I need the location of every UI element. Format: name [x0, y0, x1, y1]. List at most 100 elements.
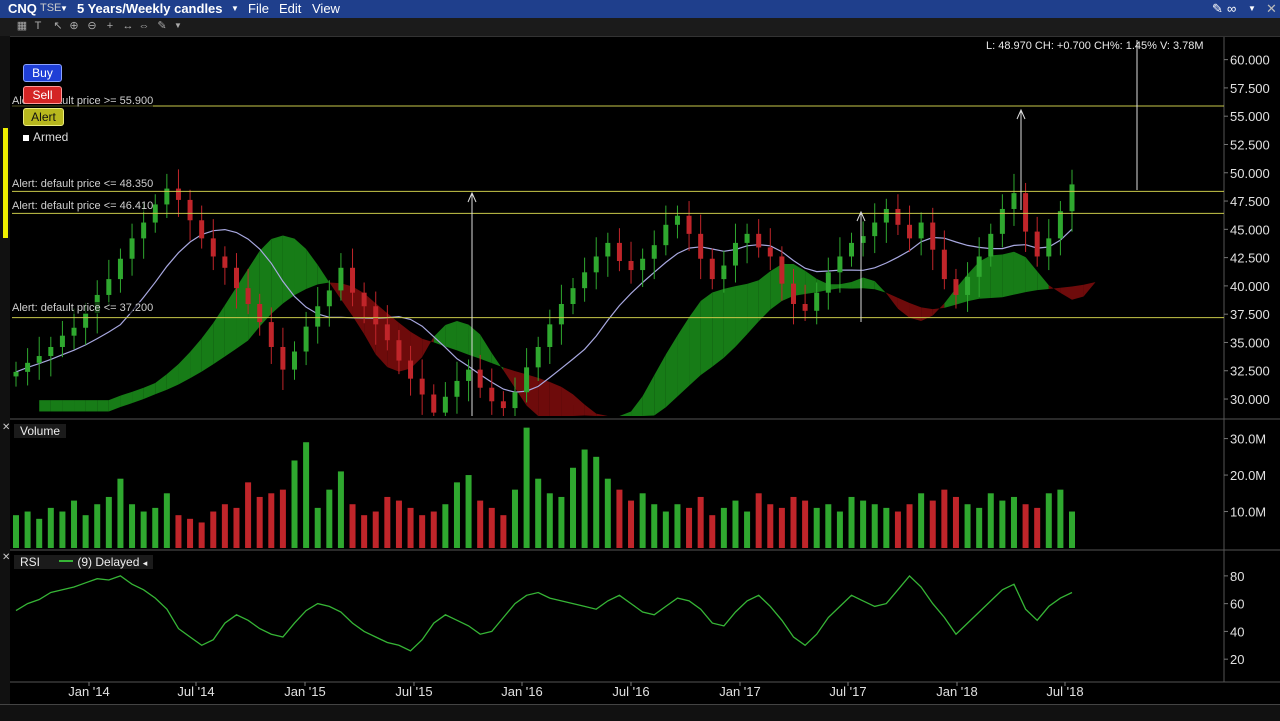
ichimoku-cloud-segment: [573, 394, 585, 416]
x-tick-label-2: Jan '15: [284, 684, 326, 699]
ichimoku-cloud-segment: [178, 351, 191, 385]
candle-body: [558, 303, 564, 325]
volume-bar: [570, 467, 577, 548]
alert-indicator-strip: [3, 128, 8, 238]
price-panel[interactable]: 60.000 57.500 55.000 52.500 50.000 47.500 45.0…: [0, 37, 1280, 683]
ichimoku-cloud-segment: [921, 307, 933, 321]
rsi-panel[interactable]: 80 60 40 20: [15, 569, 1244, 667]
chart-canvas: 60.000 57.500 55.000 52.500 50.000 47.500 45.0…: [0, 37, 1280, 699]
buy-button[interactable]: Buy: [23, 64, 62, 82]
ichimoku-cloud-segment: [665, 335, 678, 408]
volume-bar: [210, 511, 217, 548]
candle-body: [384, 324, 390, 341]
rsi-legend-dropdown-icon[interactable]: ◂: [143, 558, 148, 568]
price-tick-label-10: 35.000: [1230, 335, 1270, 350]
candle-body: [175, 188, 181, 200]
volume-bar: [987, 493, 994, 548]
price-tick-label-2: 55.000: [1230, 109, 1270, 124]
candle-body: [907, 224, 913, 239]
volume-bar: [871, 504, 878, 548]
volume-bar: [303, 442, 310, 548]
volume-bar: [279, 489, 286, 548]
more-tools-icon[interactable]: ▼: [172, 20, 184, 32]
candle-body: [953, 279, 959, 295]
time-scrollbar[interactable]: [0, 704, 1280, 721]
zoom-out-icon[interactable]: ⊖: [86, 20, 98, 32]
ichimoku-cloud-segment: [549, 382, 562, 416]
ichimoku-cloud-segment: [224, 287, 237, 357]
volume-bar: [686, 507, 693, 548]
price-tick-label-6: 45.000: [1230, 222, 1270, 237]
close-icon[interactable]: ✕: [1266, 1, 1277, 17]
volume-bar: [755, 493, 762, 548]
volume-bar: [349, 504, 356, 548]
ichimoku-cloud-segment: [74, 400, 86, 412]
ichimoku-cloud-segment: [932, 303, 945, 316]
rsi-legend-label[interactable]: (9) Delayed: [77, 555, 139, 569]
ichimoku-cloud-segment: [538, 377, 550, 416]
candle-body: [674, 215, 680, 225]
ichimoku-cloud-segment: [631, 396, 643, 416]
ichimoku-cloud-segment: [700, 292, 713, 376]
candle-body: [616, 242, 622, 262]
candle-body: [721, 265, 727, 280]
armed-toggle[interactable]: Armed: [23, 130, 68, 144]
candle-body: [802, 303, 808, 311]
candle-body: [999, 208, 1005, 234]
sell-button[interactable]: Sell: [23, 86, 62, 104]
volume-bar: [82, 515, 89, 548]
link-icon[interactable]: ✎: [1212, 1, 1223, 17]
menu-edit[interactable]: Edit: [279, 1, 301, 16]
pointer-icon[interactable]: ↖: [52, 20, 64, 32]
volume-panel-close-icon[interactable]: ✕: [2, 422, 10, 433]
volume-bar: [453, 482, 460, 548]
candle-body: [814, 292, 820, 311]
menu-view[interactable]: View: [312, 1, 340, 16]
candle-body: [373, 306, 379, 325]
candle-body: [117, 258, 123, 280]
symbol-label[interactable]: CNQ: [8, 1, 37, 16]
candle-body: [500, 401, 506, 409]
volume-bar: [976, 507, 983, 548]
candle-body: [187, 199, 193, 221]
x-tick-label-8: Jan '18: [936, 684, 978, 699]
armed-checkbox[interactable]: [23, 134, 29, 141]
candle-body: [535, 346, 541, 368]
table-icon[interactable]: ▦: [16, 20, 28, 32]
candle-body: [582, 272, 588, 289]
draw-tool-icon[interactable]: ✎: [156, 20, 168, 32]
period-selector[interactable]: 5 Years/Weekly candles: [77, 1, 223, 16]
candle-body: [71, 327, 77, 336]
menu-file[interactable]: File: [248, 1, 269, 16]
rsi-tick-label-0: 80: [1230, 569, 1244, 584]
rsi-line: [15, 574, 1073, 652]
text-icon[interactable]: T: [32, 20, 44, 32]
volume-bar: [1045, 493, 1052, 548]
alert-button[interactable]: Alert: [23, 108, 64, 126]
price-tick-label-8: 40.000: [1230, 279, 1270, 294]
ichimoku-cloud-segment: [39, 400, 51, 412]
scroll-icon[interactable]: ↔: [122, 20, 134, 32]
volume-panel[interactable]: 30.0M 20.0M 10.0M: [13, 427, 1266, 548]
exchange-label[interactable]: TSE: [40, 2, 61, 14]
period-dropdown-icon[interactable]: ▼: [231, 4, 239, 13]
zoom-in-icon[interactable]: ⊕: [68, 20, 80, 32]
ichimoku-cloud-segment: [1060, 286, 1072, 300]
ichimoku-cloud-segment: [445, 320, 457, 351]
window-menu-icon[interactable]: ▼: [1248, 4, 1256, 13]
ichimoku-cloud-segment: [62, 400, 75, 412]
volume-bar: [291, 460, 298, 548]
candle-body: [1046, 238, 1052, 257]
fit-icon[interactable]: ⇔: [138, 20, 150, 32]
symbol-dropdown-icon[interactable]: ▼: [60, 4, 68, 13]
volume-bar: [767, 504, 774, 548]
volume-bar: [511, 489, 518, 548]
rsi-panel-close-icon[interactable]: ✕: [2, 552, 10, 563]
candle-body: [837, 256, 843, 273]
candle-body: [872, 222, 878, 237]
crosshair-icon[interactable]: +: [104, 20, 116, 32]
volume-bar: [906, 504, 913, 548]
group-icon[interactable]: ∞: [1227, 1, 1236, 16]
title-bar: CNQ TSE ▼ 5 Years/Weekly candles ▼ File …: [0, 0, 1280, 18]
ichimoku-cloud-segment: [108, 395, 121, 412]
